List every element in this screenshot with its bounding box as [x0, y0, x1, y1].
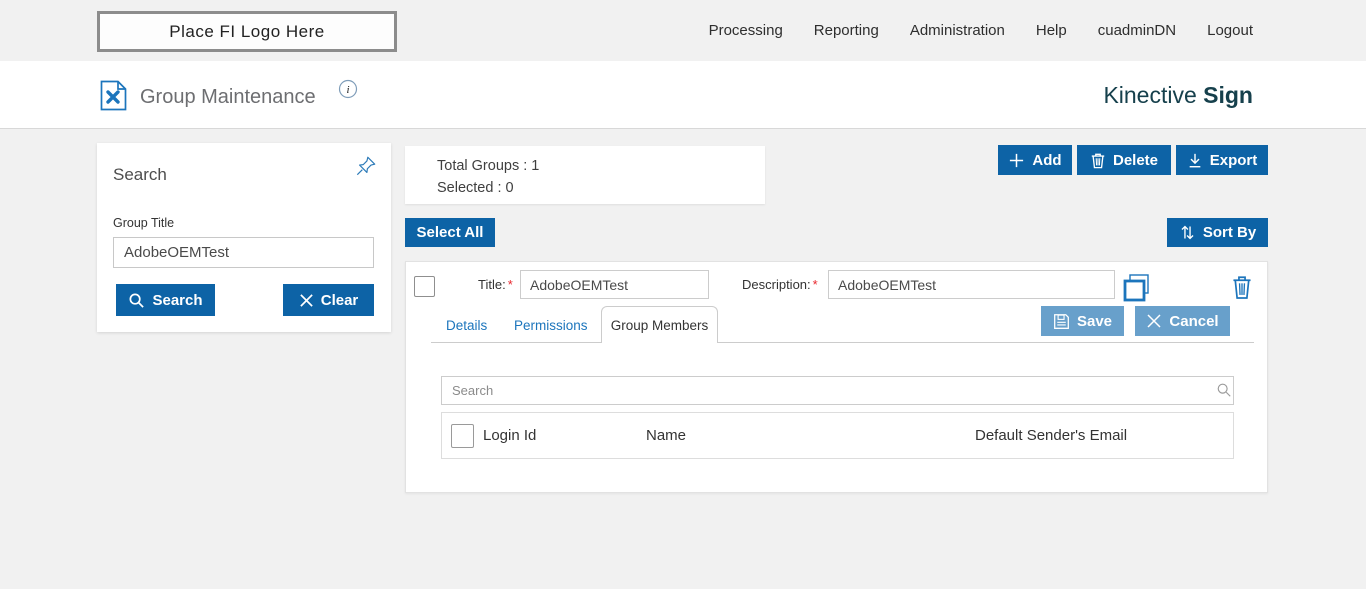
brand-kinective: Kinective — [1103, 82, 1197, 108]
group-maintenance-page: Place FI Logo Here Processing Reporting … — [0, 0, 1366, 589]
nav-user-cuadmindn[interactable]: cuadminDN — [1098, 22, 1176, 39]
x-icon — [300, 293, 313, 307]
search-icon — [129, 293, 145, 308]
sort-by-button[interactable]: Sort By — [1167, 218, 1268, 247]
trash-icon — [1091, 153, 1105, 168]
column-default-senders-email: Default Sender's Email — [975, 427, 1128, 444]
save-button[interactable]: Save — [1041, 306, 1124, 336]
cancel-button[interactable]: Cancel — [1135, 306, 1230, 336]
members-header-checkbox[interactable] — [451, 424, 474, 448]
members-table-header: Login Id Name Default Sender's Email — [441, 412, 1234, 459]
group-row-checkbox[interactable] — [414, 276, 435, 297]
nav-reporting[interactable]: Reporting — [814, 22, 879, 39]
select-all-button[interactable]: Select All — [405, 218, 495, 247]
nav-administration[interactable]: Administration — [910, 22, 1005, 39]
cancel-button-label: Cancel — [1169, 312, 1219, 330]
svg-text:i: i — [346, 84, 349, 96]
search-button[interactable]: Search — [116, 284, 215, 316]
groups-summary: Total Groups : 1 Selected : 0 — [405, 146, 765, 204]
column-name: Name — [646, 427, 687, 444]
nav-processing[interactable]: Processing — [709, 22, 783, 39]
group-maintenance-icon — [100, 80, 127, 111]
title-required-mark: * — [507, 277, 513, 292]
row-delete-icon[interactable] — [1231, 274, 1253, 300]
page-header: Group Maintenance i Kinective Sign — [0, 61, 1366, 129]
group-row-card: Title:* Description:* Details Permission… — [405, 261, 1268, 493]
add-button[interactable]: Add — [998, 145, 1072, 175]
export-button-label: Export — [1209, 151, 1258, 169]
export-button[interactable]: Export — [1176, 145, 1268, 175]
sort-arrows-icon — [1181, 225, 1194, 240]
save-button-label: Save — [1076, 312, 1113, 330]
add-button-label: Add — [1032, 151, 1062, 169]
search-panel-title: Search — [113, 165, 167, 184]
page-title: Group Maintenance — [140, 86, 316, 108]
delete-button[interactable]: Delete — [1077, 145, 1171, 175]
tab-permissions[interactable]: Permissions — [514, 318, 588, 333]
description-required-mark: * — [812, 277, 818, 292]
top-bar: Place FI Logo Here Processing Reporting … — [0, 0, 1366, 61]
brand-logo: Kinective Sign — [1103, 82, 1253, 109]
nav-logout[interactable]: Logout — [1207, 22, 1253, 39]
tab-details[interactable]: Details — [446, 318, 487, 333]
copy-icon[interactable] — [1122, 273, 1151, 302]
total-groups-count: Total Groups : 1 — [437, 158, 540, 174]
clear-button-label: Clear — [320, 291, 359, 309]
description-label: Description: * — [742, 277, 818, 292]
description-input[interactable] — [828, 270, 1115, 299]
search-panel: Search Group Title Search Clear — [97, 143, 391, 332]
tab-group-members[interactable]: Group Members — [601, 306, 718, 343]
selected-count: Selected : 0 — [437, 180, 514, 196]
pin-icon[interactable] — [355, 155, 377, 177]
top-navigation: Processing Reporting Administration Help… — [709, 0, 1253, 61]
fi-logo-placeholder: Place FI Logo Here — [97, 11, 397, 52]
title-label: Title: * — [478, 277, 513, 292]
members-search-icon — [1217, 383, 1231, 397]
nav-help[interactable]: Help — [1036, 22, 1067, 39]
search-button-label: Search — [152, 291, 203, 309]
delete-button-label: Delete — [1112, 151, 1159, 169]
fi-logo-text: Place FI Logo Here — [169, 21, 325, 41]
save-icon — [1054, 313, 1069, 329]
plus-icon — [1010, 153, 1024, 167]
brand-sign: Sign — [1203, 82, 1253, 108]
select-all-label: Select All — [416, 224, 484, 241]
cancel-x-icon — [1147, 314, 1161, 328]
sort-by-label: Sort By — [1202, 224, 1257, 241]
group-title-input[interactable] — [113, 237, 374, 268]
title-input[interactable] — [520, 270, 709, 299]
group-title-label: Group Title — [113, 216, 175, 230]
download-icon — [1189, 153, 1201, 167]
column-login-id: Login Id — [483, 427, 537, 444]
tab-divider-line — [431, 342, 1254, 343]
info-icon[interactable]: i — [338, 79, 358, 99]
members-search-input[interactable] — [441, 376, 1234, 405]
clear-button[interactable]: Clear — [283, 284, 374, 316]
